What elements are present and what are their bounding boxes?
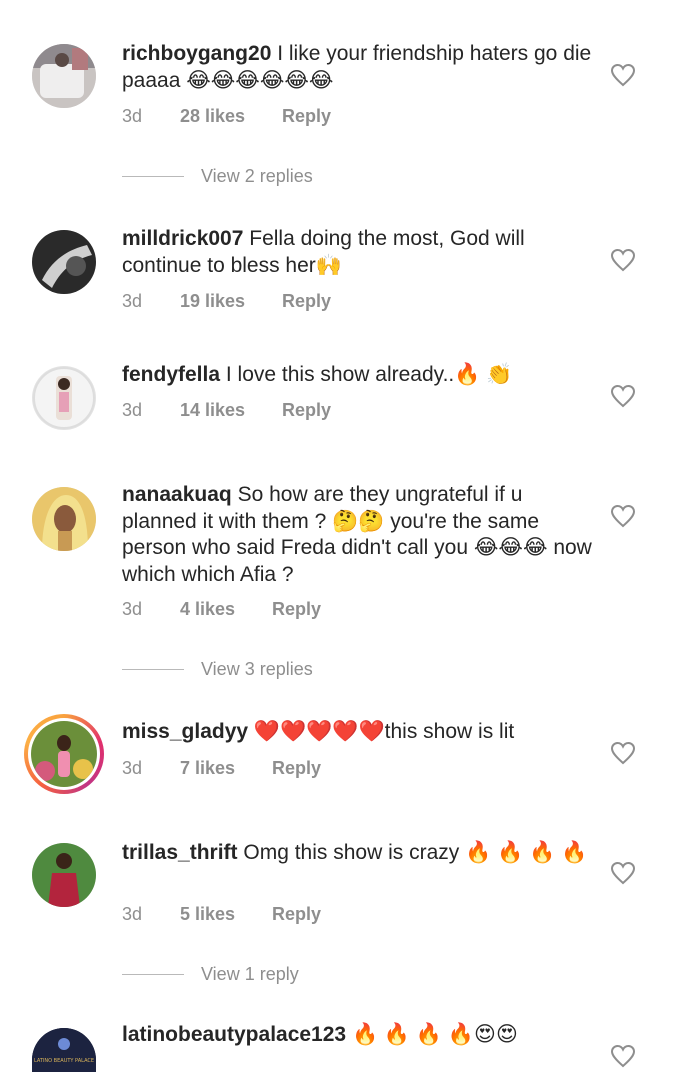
like-heart-icon[interactable] [610,1044,636,1068]
like-heart-icon[interactable] [610,63,636,87]
avatar-image [31,721,97,787]
like-heart-icon[interactable] [610,248,636,272]
comment-text: trillas_thrift Omg this show is crazy 🔥 … [122,840,592,867]
avatar-nanaakuaq[interactable] [32,487,96,551]
avatar-trillas-thrift[interactable] [32,843,96,907]
replies-divider [122,669,184,670]
comment-likes[interactable]: 19 likes [180,289,245,313]
avatar-latinobeautypalace123[interactable]: LATINO BEAUTY PALACE [32,1028,96,1072]
view-replies-label: View 1 reply [201,964,299,984]
comment-username[interactable]: trillas_thrift [122,841,238,864]
comment-text: milldrick007 Fella doing the most, God w… [122,226,592,279]
avatar-fendyfella[interactable] [32,366,96,430]
comment-text: latinobeautypalace123 🔥 🔥 🔥 🔥😍😍 [122,1022,592,1049]
comment-time: 3d [122,904,143,924]
comment-body: ❤️❤️❤️❤️❤️this show is lit [253,720,515,743]
reply-button[interactable]: Reply [272,756,321,780]
comment-time: 3d [122,400,143,420]
avatar-image [33,367,95,429]
comment-likes[interactable]: 7 likes [180,756,235,780]
like-heart-icon[interactable] [610,861,636,885]
avatar-image [32,44,96,108]
replies-divider [122,974,184,975]
comment-likes[interactable]: 4 likes [180,597,235,621]
comment-body: 🔥 🔥 🔥 🔥😍😍 [351,1023,518,1046]
comment-time: 3d [122,106,143,126]
reply-button[interactable]: Reply [282,289,331,313]
replies-divider [122,176,184,177]
view-replies-label: View 3 replies [201,659,313,679]
avatar-image: LATINO BEAUTY PALACE [32,1028,96,1072]
reply-button[interactable]: Reply [272,902,321,926]
avatar-image [32,843,96,907]
avatar-richboygang20[interactable] [32,44,96,108]
comment-username[interactable]: richboygang20 [122,42,271,65]
comment-username[interactable]: miss_gladyy [122,720,248,743]
comment-text: miss_gladyy ❤️❤️❤️❤️❤️this show is lit [122,719,592,746]
like-heart-icon[interactable] [610,504,636,528]
comment-username[interactable]: fendyfella [122,363,220,386]
like-heart-icon[interactable] [610,384,636,408]
avatar-milldrick007[interactable] [32,230,96,294]
comment-body: Omg this show is crazy 🔥 🔥 🔥 🔥 [243,841,588,864]
view-replies-label: View 2 replies [201,166,313,186]
avatar-image [32,487,96,551]
comment-body: I love this show already..🔥 👏 [225,363,513,386]
reply-button[interactable]: Reply [282,398,331,422]
avatar-badge-text: LATINO BEAUTY PALACE [34,1058,94,1064]
comment-time: 3d [122,291,143,311]
comment-likes[interactable]: 14 likes [180,398,245,422]
comment-text: richboygang20 I like your friendship hat… [122,41,592,94]
comment-username[interactable]: milldrick007 [122,227,243,250]
comment-username[interactable]: nanaakuaq [122,483,232,506]
comment-likes[interactable]: 5 likes [180,902,235,926]
comment-time: 3d [122,758,143,778]
comment-text: nanaakuaq So how are they ungrateful if … [122,482,592,588]
reply-button[interactable]: Reply [282,104,331,128]
reply-button[interactable]: Reply [272,597,321,621]
comment-text: fendyfella I love this show already..🔥 👏 [122,362,592,389]
comment-time: 3d [122,599,143,619]
comment-likes[interactable]: 28 likes [180,104,245,128]
like-heart-icon[interactable] [610,741,636,765]
comment-username[interactable]: latinobeautypalace123 [122,1023,346,1046]
story-ring [28,718,100,790]
avatar-miss-gladyy[interactable] [24,714,104,794]
avatar-image [32,230,96,294]
